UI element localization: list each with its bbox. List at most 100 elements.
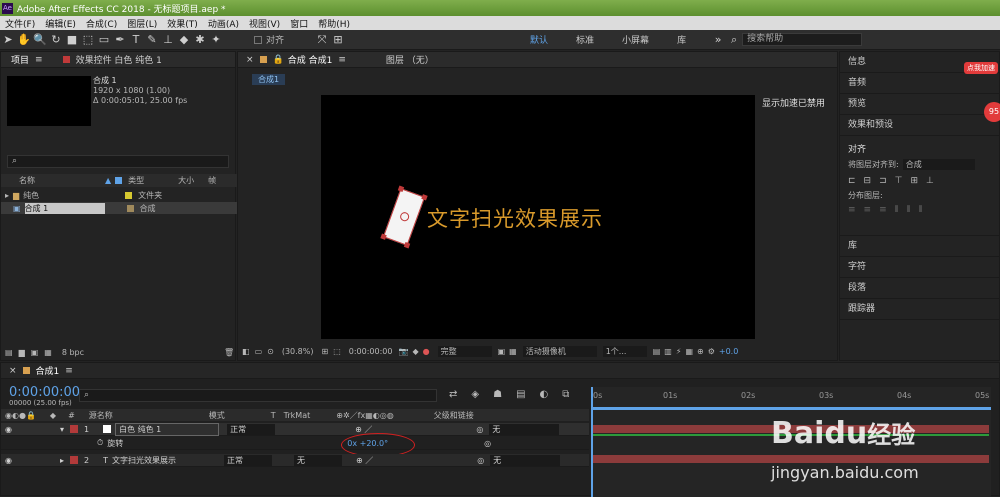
flowchart-icon[interactable]: ⊕: [697, 347, 704, 356]
preview-icon[interactable]: ◧: [242, 347, 250, 356]
bpc-label[interactable]: 8 bpc: [62, 348, 84, 357]
workspace-library[interactable]: 库: [663, 33, 700, 46]
zoom-tool-icon[interactable]: 🔍: [32, 32, 48, 48]
list-item[interactable]: ▣ 合成 1 合成: [1, 202, 237, 214]
list-item[interactable]: ▸ ▆ 纯色 文件夹: [1, 189, 237, 201]
panel-menu-icon[interactable]: ≡: [35, 55, 43, 65]
col-frame[interactable]: 帧: [208, 175, 216, 186]
graph-editor-icon[interactable]: ⧉: [562, 389, 569, 400]
delete-icon[interactable]: 🗑: [224, 348, 234, 357]
interpret-icon[interactable]: ▤: [5, 348, 13, 357]
workspace-default[interactable]: 默认: [516, 33, 562, 46]
dist-hcenter-icon[interactable]: ⦀: [907, 205, 911, 215]
region-icon[interactable]: ⬚: [333, 347, 341, 356]
panel-audio[interactable]: 音频: [840, 73, 999, 94]
layer-mode-select[interactable]: 正常: [223, 454, 272, 466]
project-tab[interactable]: 项目: [11, 53, 29, 66]
panel-effects-presets[interactable]: 效果和预设: [840, 115, 999, 136]
parent-select[interactable]: 无: [490, 454, 561, 466]
close-icon[interactable]: ×: [9, 366, 17, 376]
fast-preview-icon[interactable]: ⚡: [676, 347, 682, 356]
comp-subtab[interactable]: 合成1: [252, 74, 286, 85]
region-interest-icon[interactable]: ▣: [498, 347, 506, 356]
gear-icon[interactable]: ⚙: [708, 347, 715, 356]
layer-mode-select[interactable]: 正常: [227, 423, 276, 435]
dist-bottom-icon[interactable]: ≡: [879, 205, 887, 215]
col-mode[interactable]: 模式: [209, 410, 225, 421]
menu-composition[interactable]: 合成(C): [81, 17, 122, 30]
pan-behind-tool-icon[interactable]: ⬚: [80, 32, 96, 48]
more-workspaces-icon[interactable]: »: [710, 32, 726, 48]
timeline-search-input[interactable]: ⌕: [79, 389, 437, 402]
search-icon[interactable]: ⌕: [726, 32, 742, 48]
speed-badge[interactable]: 95: [984, 102, 1000, 122]
rotate-tool-icon[interactable]: ↻: [48, 32, 64, 48]
label-chip[interactable]: [70, 425, 78, 433]
show-snapshot-icon[interactable]: ◆: [412, 347, 418, 356]
layer-name[interactable]: 白色 纯色 1: [115, 422, 220, 436]
new-comp-icon[interactable]: ▣: [31, 348, 39, 357]
text-tool-icon[interactable]: T: [128, 32, 144, 48]
speedup-tag[interactable]: 点我加速: [964, 62, 998, 74]
table-row[interactable]: ◉ ▾ 1 白色 纯色 1 正常 ⊕ ／ ◎ 无: [1, 422, 589, 436]
menu-file[interactable]: 文件(F): [0, 17, 40, 30]
timeline-tab[interactable]: 合成1: [36, 364, 60, 377]
eraser-tool-icon[interactable]: ◆: [176, 32, 192, 48]
col-trkmat[interactable]: TrkMat: [284, 411, 311, 420]
align-to-select[interactable]: 合成: [902, 159, 975, 170]
sort-icon[interactable]: ▲: [105, 176, 111, 185]
align-top-icon[interactable]: ⊤: [895, 176, 903, 186]
canvas[interactable]: 文字扫光效果展示: [321, 95, 755, 339]
puppet-tool-icon[interactable]: ✦: [208, 32, 224, 48]
align-hcenter-icon[interactable]: ⊟: [864, 176, 872, 186]
expression-icon[interactable]: ◎: [484, 439, 491, 448]
col-type[interactable]: 类型: [128, 175, 144, 186]
align-left-icon[interactable]: ⊏: [848, 176, 856, 186]
zoom-select[interactable]: (30.8%): [282, 347, 314, 356]
frame-blend-icon[interactable]: ▤: [516, 389, 525, 400]
panel-paragraph[interactable]: 段落: [840, 278, 999, 299]
quality-select[interactable]: 完整: [437, 345, 492, 357]
table-row[interactable]: ◉ ▸ 2 T 文字扫光效果展示 正常 无 ⊕ ／ ◎ 无: [1, 454, 589, 467]
hand-tool-icon[interactable]: ✋: [16, 32, 32, 48]
panel-tracker[interactable]: 跟踪器: [840, 299, 999, 320]
camera-select[interactable]: 活动摄像机: [522, 345, 597, 357]
viewer-time[interactable]: 0:00:00:00: [349, 347, 393, 356]
motion-blur-icon[interactable]: ◐: [540, 389, 549, 400]
col-parent[interactable]: 父级和链接: [434, 410, 474, 421]
flowchart-icon[interactable]: ▦: [44, 348, 52, 357]
brush-tool-icon[interactable]: ✎: [144, 32, 160, 48]
roto-tool-icon[interactable]: ✱: [192, 32, 208, 48]
white-solid-layer[interactable]: [380, 185, 428, 249]
trkmat-select[interactable]: 无: [293, 454, 342, 466]
panel-character[interactable]: 字符: [840, 257, 999, 278]
comp-mini-flowchart-icon[interactable]: ⇄: [449, 389, 457, 400]
camera-icon[interactable]: 📷: [398, 347, 408, 356]
menu-view[interactable]: 视图(V): [244, 17, 285, 30]
shy-icon[interactable]: ☗: [493, 389, 502, 400]
transparency-icon[interactable]: ▦: [509, 347, 517, 356]
property-row[interactable]: ⏱ 旋转 0x +20.0° ◎: [1, 437, 589, 450]
draft-3d-icon[interactable]: ◈: [471, 389, 479, 400]
pickwhip-icon[interactable]: ◎: [476, 425, 483, 434]
dist-right-icon[interactable]: ⦀: [919, 205, 923, 215]
timeline-icon[interactable]: ▦: [685, 347, 693, 356]
menu-edit[interactable]: 编辑(E): [40, 17, 81, 30]
pen-tool-icon[interactable]: ✒: [112, 32, 128, 48]
col-size[interactable]: 大小: [178, 175, 194, 186]
stopwatch-icon[interactable]: ⏱: [97, 438, 103, 448]
pixel-aspect-icon[interactable]: ▥: [664, 347, 672, 356]
col-source-name[interactable]: 源名称: [89, 410, 113, 421]
help-search-input[interactable]: 搜索帮助: [742, 33, 863, 46]
menu-animation[interactable]: 动画(A): [203, 17, 244, 30]
panel-menu-icon[interactable]: ≡: [338, 55, 346, 65]
expand-icon[interactable]: ▸: [60, 456, 64, 465]
views-select[interactable]: 1个...: [602, 345, 647, 357]
align-vcenter-icon[interactable]: ⊞: [910, 176, 918, 186]
exposure-value[interactable]: +0.0: [719, 347, 738, 356]
lock-icon[interactable]: 🔒: [273, 55, 284, 65]
workspace-small[interactable]: 小屏幕: [608, 33, 663, 46]
workspace-standard[interactable]: 标准: [562, 33, 608, 46]
label-chip[interactable]: [70, 456, 78, 464]
dist-top-icon[interactable]: ≡: [848, 205, 856, 215]
